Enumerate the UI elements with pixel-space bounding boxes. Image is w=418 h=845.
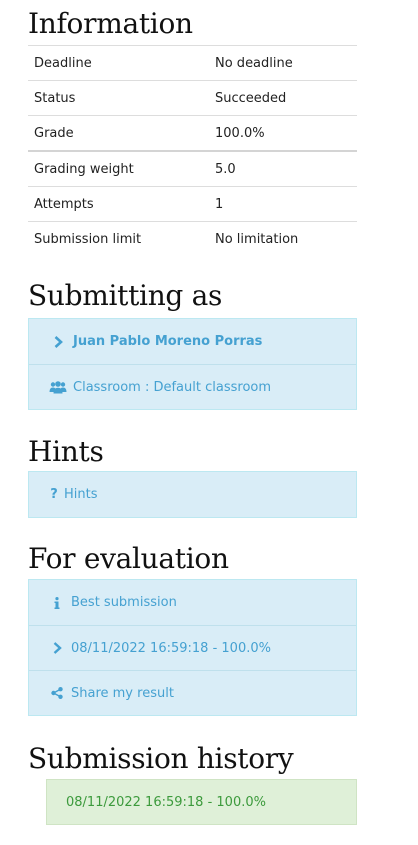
hints-section: Hints ? Hints [28,436,357,518]
users-icon [49,380,67,394]
history-heading: Submission history [28,742,294,775]
table-row: Grade 100.0% [28,115,357,151]
deadline-value: No deadline [215,45,357,81]
hints-heading: Hints [28,435,104,468]
evaluation-section: For evaluation Best submission 08/11/202… [28,543,357,716]
grading-weight-value: 5.0 [215,150,357,187]
table-row: Submission limit No limitation [28,221,357,256]
evaluation-panel: Best submission 08/11/2022 16:59:18 - 10… [28,579,357,716]
history-entry-label: 08/11/2022 16:59:18 - 100.0% [66,794,266,810]
classroom-label: Classroom : Default classroom [73,379,272,395]
table-row: Status Succeeded [28,80,357,116]
status-label: Status [28,80,215,116]
history-section: Submission history [28,743,357,775]
best-submission-entry: 08/11/2022 16:59:18 - 100.0% [71,640,271,656]
user-name: Juan Pablo Moreno Porras [73,334,263,349]
attempts-value: 1 [215,186,357,222]
table-row: Deadline No deadline [28,45,357,81]
evaluation-heading: For evaluation [28,542,229,575]
deadline-label: Deadline [28,45,215,81]
submitting-as-panel: Juan Pablo Moreno Porras Classroom : Def… [28,318,357,410]
best-submission-label: Best submission [71,595,177,610]
information-heading: Information [28,7,193,40]
submitting-as-section: Submitting as Juan Pablo Moreno Porras C… [28,280,357,410]
submission-limit-value: No limitation [215,221,357,256]
share-result-label: Share my result [71,685,174,701]
attempts-label: Attempts [28,186,215,222]
submitting-as-heading: Submitting as [28,279,223,312]
question-icon: ? [50,487,58,502]
best-submission-item: Best submission [29,580,356,625]
grade-value: 100.0% [215,115,357,151]
grading-weight-label: Grading weight [28,150,215,187]
information-table: Deadline No deadline Status Succeeded Gr… [28,45,357,256]
hints-button[interactable]: ? Hints [29,472,356,517]
info-icon [51,596,63,609]
best-submission-link[interactable]: 08/11/2022 16:59:18 - 100.0% [29,625,356,670]
table-row: Attempts 1 [28,186,357,222]
submission-limit-label: Submission limit [28,221,215,256]
information-section: Information Deadline No deadline Status … [28,8,357,256]
user-item[interactable]: Juan Pablo Moreno Porras [29,319,356,364]
hints-panel: ? Hints [28,471,357,518]
status-value: Succeeded [215,80,357,116]
classroom-item[interactable]: Classroom : Default classroom [29,364,356,409]
share-result-button[interactable]: Share my result [29,670,356,715]
history-entry[interactable]: 08/11/2022 16:59:18 - 100.0% [46,779,357,825]
hints-label: Hints [64,487,98,502]
table-row: Grading weight 5.0 [28,150,357,187]
grade-label: Grade [28,115,215,151]
share-icon [51,687,63,699]
chevron-right-icon [49,335,67,348]
chevron-right-icon [51,642,63,654]
